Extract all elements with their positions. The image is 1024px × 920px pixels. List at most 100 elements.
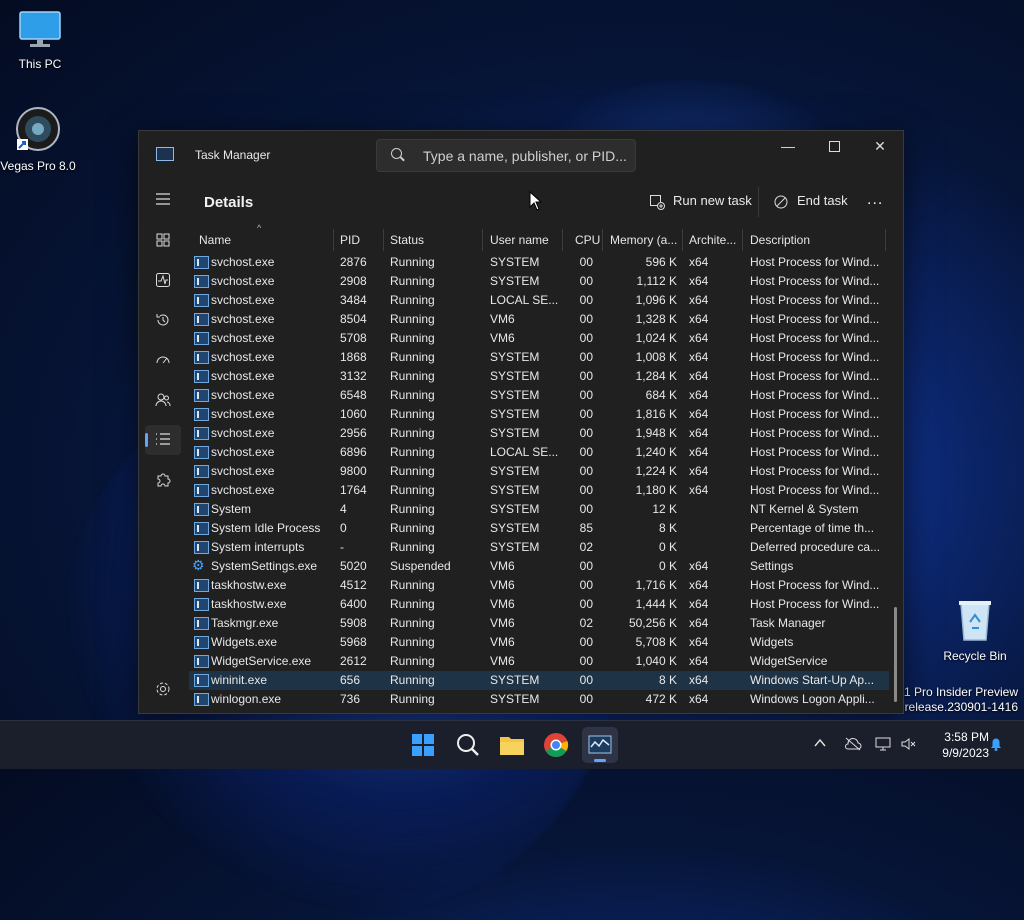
table-row[interactable]: svchost.exe 6548 Running SYSTEM 00 684 K x64 Ho…	[189, 386, 889, 405]
cell-memory: 1,224 K	[635, 464, 677, 478]
table-row[interactable]: System Idle Process 0 Running SYSTEM 85 8 K Pe…	[189, 519, 889, 538]
nav-item-settings[interactable]	[145, 674, 181, 704]
cell-user-name: SYSTEM	[490, 255, 540, 269]
cell-memory: 472 K	[645, 692, 677, 706]
minimize-button[interactable]: —	[765, 131, 811, 163]
nav-item-performance[interactable]	[145, 265, 181, 295]
taskbar-search-button[interactable]	[450, 727, 486, 763]
search-box[interactable]	[376, 139, 636, 172]
desktop-icon-this-pc[interactable]: This PC	[0, 10, 80, 71]
tray-volume[interactable]	[901, 737, 917, 754]
column-divider[interactable]	[562, 229, 563, 251]
table-row[interactable]: svchost.exe 3132 Running SYSTEM 00 1,284 K x64…	[189, 367, 889, 386]
column-divider[interactable]	[383, 229, 384, 251]
system-clock[interactable]: 3:58 PM 9/9/2023	[925, 729, 989, 761]
table-row[interactable]: svchost.exe 2908 Running SYSTEM 00 1,112 K x64…	[189, 272, 889, 291]
nav-item-processes[interactable]	[145, 225, 181, 255]
table-row[interactable]: Taskmgr.exe 5908 Running VM6 02 50,256 K x64 Ta…	[189, 614, 889, 633]
desktop-icon-recycle-bin[interactable]: Recycle Bin	[935, 598, 1015, 663]
column-divider[interactable]	[333, 229, 334, 251]
nav-item-app-history[interactable]	[145, 305, 181, 335]
column-divider[interactable]	[682, 229, 683, 251]
column-header-status[interactable]: Status	[390, 233, 424, 247]
column-header-pid[interactable]: PID	[340, 233, 360, 247]
cell-memory: 1,240 K	[635, 445, 677, 459]
chrome-icon	[544, 733, 569, 758]
taskbar-chrome[interactable]	[538, 727, 574, 763]
column-header-architecture[interactable]: Archite...	[689, 233, 741, 247]
table-row[interactable]: svchost.exe 2956 Running SYSTEM 00 1,948 K x64…	[189, 424, 889, 443]
table-row[interactable]: svchost.exe 3484 Running LOCAL SE... 00 1,096…	[189, 291, 889, 310]
cell-description: Task Manager	[750, 616, 826, 630]
more-options-button[interactable]: ...	[867, 191, 883, 209]
tray-cloud-offline[interactable]	[844, 737, 862, 754]
hamburger-menu-button[interactable]	[145, 185, 181, 215]
table-row[interactable]: svchost.exe 8504 Running VM6 00 1,328 K x64 Hos…	[189, 310, 889, 329]
cell-user-name: VM6	[490, 635, 515, 649]
column-header-memory[interactable]: Memory (a...	[610, 233, 680, 247]
cell-pid: 3484	[340, 293, 367, 307]
title-bar[interactable]: Task Manager — ✕	[139, 131, 903, 177]
table-row[interactable]: taskhostw.exe 6400 Running VM6 00 1,444 K x64 H…	[189, 595, 889, 614]
cell-status: Running	[390, 350, 435, 364]
close-button[interactable]: ✕	[857, 131, 903, 163]
startup-gauge-icon	[156, 356, 170, 364]
notifications-button[interactable]	[988, 736, 1004, 755]
nav-item-details[interactable]	[145, 425, 181, 455]
cell-pid: 2956	[340, 426, 367, 440]
taskbar-task-manager[interactable]	[582, 727, 618, 763]
cell-description: Host Process for Wind...	[750, 312, 880, 326]
cell-description: Host Process for Wind...	[750, 407, 880, 421]
vertical-scrollbar-thumb[interactable]	[894, 607, 897, 702]
nav-item-services[interactable]	[145, 465, 181, 495]
cell-description: Host Process for Wind...	[750, 293, 880, 307]
table-row[interactable]: WidgetService.exe 2612 Running VM6 00 1,040 K…	[189, 652, 889, 671]
maximize-button[interactable]	[811, 131, 857, 163]
cell-cpu: 00	[579, 331, 593, 345]
table-row[interactable]: svchost.exe 6896 Running LOCAL SE... 00 1,240…	[189, 443, 889, 462]
cell-architecture: x64	[689, 483, 709, 497]
column-header-name[interactable]: Name	[199, 233, 231, 247]
table-row[interactable]: svchost.exe 1764 Running SYSTEM 00 1,180 K x64…	[189, 481, 889, 500]
desktop-icon-vegas-pro[interactable]: Vegas Pro 8.0	[0, 106, 78, 173]
tray-network[interactable]	[875, 737, 893, 754]
cell-description: Percentage of time th...	[750, 521, 875, 535]
run-new-task-button[interactable]: Run new task	[649, 193, 752, 210]
cell-description: Widgets	[750, 635, 794, 649]
cell-description: Host Process for Wind...	[750, 388, 880, 402]
table-row[interactable]: System interrupts - Running SYSTEM 02 0 K Defe…	[189, 538, 889, 557]
column-header-user-name[interactable]: User name	[490, 233, 549, 247]
column-header-description[interactable]: Description	[750, 233, 810, 247]
table-row[interactable]: svchost.exe 1060 Running SYSTEM 00 1,816 K x64…	[189, 405, 889, 424]
table-row[interactable]: svchost.exe 9800 Running SYSTEM 00 1,224 K x64…	[189, 462, 889, 481]
cell-cpu: 00	[579, 274, 593, 288]
show-hidden-icons-button[interactable]	[814, 737, 826, 752]
cell-pid: 4512	[340, 578, 367, 592]
taskbar-file-explorer[interactable]	[494, 727, 530, 763]
table-row[interactable]: svchost.exe 1868 Running SYSTEM 00 1,008 K x64…	[189, 348, 889, 367]
table-row[interactable]: svchost.exe 2876 Running SYSTEM 00 596 K x64 Ho…	[189, 253, 889, 272]
cell-memory: 1,040 K	[635, 654, 677, 668]
column-divider[interactable]	[885, 229, 886, 251]
table-row[interactable]: taskhostw.exe 4512 Running VM6 00 1,716 K x64 H…	[189, 576, 889, 595]
column-header-cpu[interactable]: CPU	[575, 233, 600, 247]
table-row[interactable]: svchost.exe 5708 Running VM6 00 1,024 K x64 Hos…	[189, 329, 889, 348]
process-icon	[194, 503, 209, 516]
table-row[interactable]: ⚙ SystemSettings.exe 5020 Suspended VM6 00 0 K…	[189, 557, 889, 576]
table-row[interactable]: winlogon.exe 736 Running SYSTEM 00 472 K x64 Wi…	[189, 690, 889, 709]
nav-item-startup-apps[interactable]	[145, 345, 181, 375]
column-divider[interactable]	[742, 229, 743, 251]
cell-user-name: LOCAL SE...	[490, 445, 559, 459]
end-task-button[interactable]: End task	[773, 193, 848, 210]
cell-description: NT Kernel & System	[750, 502, 859, 516]
search-input[interactable]	[421, 146, 630, 166]
column-divider[interactable]	[602, 229, 603, 251]
nav-item-users[interactable]	[145, 385, 181, 415]
column-divider[interactable]	[482, 229, 483, 251]
cell-name: wininit.exe	[211, 673, 268, 687]
cell-user-name: LOCAL SE...	[490, 293, 559, 307]
table-row[interactable]: System 4 Running SYSTEM 00 12 K NT Kernel & Sy…	[189, 500, 889, 519]
table-row[interactable]: wininit.exe 656 Running SYSTEM 00 8 K x64 Windo…	[189, 671, 889, 690]
table-row[interactable]: Widgets.exe 5968 Running VM6 00 5,708 K x64 Wid…	[189, 633, 889, 652]
start-button[interactable]	[405, 727, 441, 763]
